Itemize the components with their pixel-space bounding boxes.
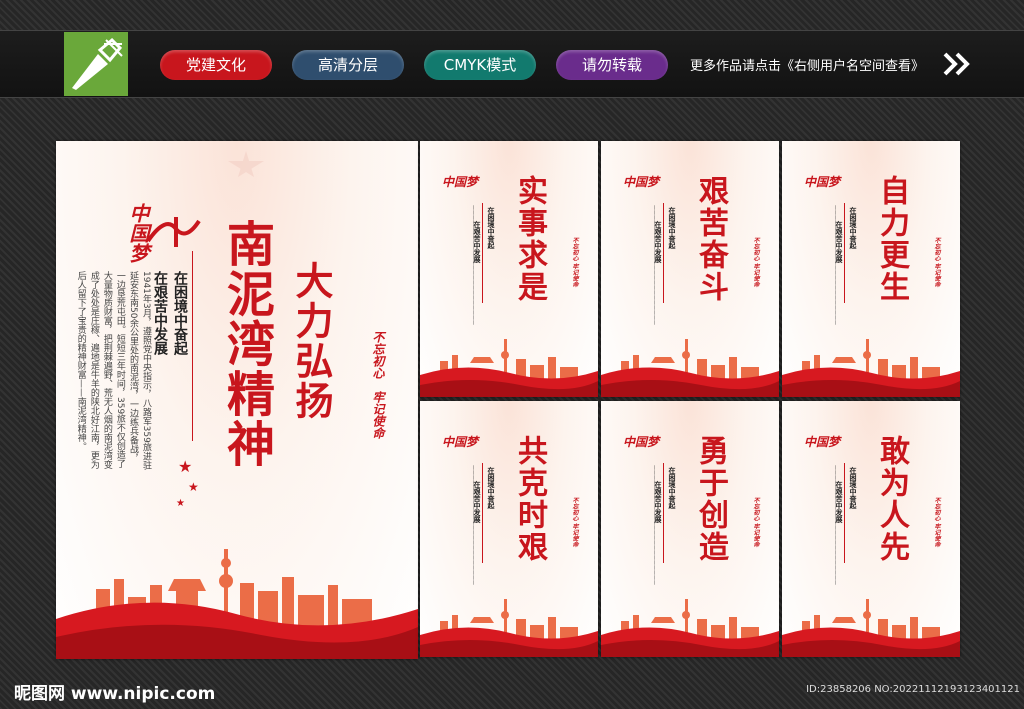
small-poster-2: 中国梦 ———————————————————————— 在困境中奋起 在艰苦中…	[601, 141, 779, 397]
main-poster: 中国梦 南泥湾精神 大力弘扬 在困境中奋起 在艰苦中发展 1941年3月，遵照党…	[56, 141, 418, 659]
poster-title: 勇于创造	[693, 435, 728, 563]
subtitle-1: 在困境中奋起	[849, 467, 858, 509]
stamp: 不忘初心 牢记使命	[571, 497, 578, 548]
subtitle-1: 在困境中奋起	[668, 467, 677, 509]
tag-party-culture[interactable]: 党建文化	[160, 50, 272, 80]
tag-hd-layers[interactable]: 高清分层	[292, 50, 404, 80]
subtitle-2: 在艰苦中发展	[473, 221, 482, 263]
great-wall-emblem-icon	[146, 217, 201, 247]
small-poster-3: 中国梦 ———————————————————————— 在困境中奋起 在艰苦中…	[782, 141, 960, 397]
china-dream-emblem: 中国梦	[804, 175, 841, 189]
divider-line	[844, 463, 845, 563]
stamp: 不忘初心 牢记使命	[752, 237, 759, 288]
pen-nib-icon	[72, 37, 123, 90]
skyline-ribbon-graphic	[420, 599, 598, 657]
stamp-2: 牢记使命	[371, 391, 385, 439]
stamp: 不忘初心 牢记使命	[933, 237, 940, 288]
divider-line	[192, 251, 193, 441]
body-text-block: ————————————————————————	[651, 205, 657, 325]
divider-line	[663, 463, 664, 563]
main-slogan: 大力弘扬	[289, 261, 334, 421]
small-poster-1: 中国梦 ———————————————————————— 在困境中奋起 在艰苦中…	[420, 141, 598, 397]
logo	[64, 32, 128, 96]
star-icon: ★	[188, 480, 199, 494]
stamp: 不忘初心 牢记使命	[752, 497, 759, 548]
poster-title: 自力更生	[874, 175, 909, 303]
poster-title: 实事求是	[512, 175, 547, 303]
skyline-ribbon-graphic	[782, 599, 960, 657]
body-text-block: ————————————————————————	[651, 465, 657, 585]
subtitle-1: 在困境中奋起	[172, 271, 188, 355]
small-poster-5: 中国梦 ———————————————————————— 在困境中奋起 在艰苦中…	[601, 401, 779, 657]
china-dream-emblem: 中国梦	[623, 175, 660, 189]
body-text-block: ————————————————————————	[470, 465, 476, 585]
double-chevron-right-icon[interactable]	[943, 52, 973, 76]
poster-title: 共克时艰	[512, 435, 547, 563]
poster-title: 艰苦奋斗	[693, 175, 728, 303]
skyline-ribbon-graphic	[420, 339, 598, 397]
skyline-ribbon-graphic	[601, 339, 779, 397]
subtitle-2: 在艰苦中发展	[835, 481, 844, 523]
skyline-ribbon-graphic	[782, 339, 960, 397]
small-poster-4: 中国梦 ———————————————————————— 在困境中奋起 在艰苦中…	[420, 401, 598, 657]
subtitle-1: 在困境中奋起	[487, 467, 496, 509]
divider-line	[482, 203, 483, 303]
body-text-block: ————————————————————————	[832, 205, 838, 325]
skyline-ribbon-graphic	[601, 599, 779, 657]
poster-title: 敢为人先	[874, 435, 909, 563]
main-body-text: 1941年3月，遵照党中央指示，八路军359旅进驻延安东南50余公里处的南泥湾，…	[75, 271, 151, 470]
notice-text[interactable]: 更多作品请点击《右侧用户名空间查看》	[690, 55, 924, 74]
stamp: 不忘初心 牢记使命	[571, 237, 578, 288]
main-title: 南泥湾精神	[218, 219, 274, 469]
divider-line	[482, 463, 483, 563]
subtitle-1: 在困境中奋起	[487, 207, 496, 249]
stamp: 不忘初心 牢记使命	[933, 497, 940, 548]
subtitle-1: 在困境中奋起	[849, 207, 858, 249]
star-icon: ★	[178, 457, 193, 476]
subtitle-2: 在艰苦中发展	[654, 221, 663, 263]
subtitle-2: 在艰苦中发展	[152, 271, 168, 355]
subtitle-2: 在艰苦中发展	[654, 481, 663, 523]
body-text-block: ————————————————————————	[470, 205, 476, 325]
divider-line	[844, 203, 845, 303]
subtitle-2: 在艰苦中发展	[473, 481, 482, 523]
skyline-ribbon-graphic	[56, 549, 418, 659]
tag-cmyk[interactable]: CMYK模式	[424, 50, 536, 80]
china-dream-emblem: 中国梦	[442, 175, 479, 189]
subtitle-2: 在艰苦中发展	[835, 221, 844, 263]
body-text-block: ————————————————————————	[832, 465, 838, 585]
china-dream-emblem: 中国梦	[623, 435, 660, 449]
subtitle-1: 在困境中奋起	[668, 207, 677, 249]
star-icon: ★	[176, 498, 185, 509]
stamp-1: 不忘初心	[371, 331, 385, 379]
tag-no-repost[interactable]: 请勿转载	[556, 50, 668, 80]
small-poster-6: 中国梦 ———————————————————————— 在困境中奋起 在艰苦中…	[782, 401, 960, 657]
divider-line	[663, 203, 664, 303]
china-dream-emblem: 中国梦	[442, 435, 479, 449]
site-watermark[interactable]: 昵图网 www.nipic.com	[14, 679, 215, 704]
star-watermark-icon	[228, 151, 264, 177]
china-dream-emblem: 中国梦	[804, 435, 841, 449]
image-id: ID:23858206 NO:20221112193123401121	[806, 684, 1020, 695]
